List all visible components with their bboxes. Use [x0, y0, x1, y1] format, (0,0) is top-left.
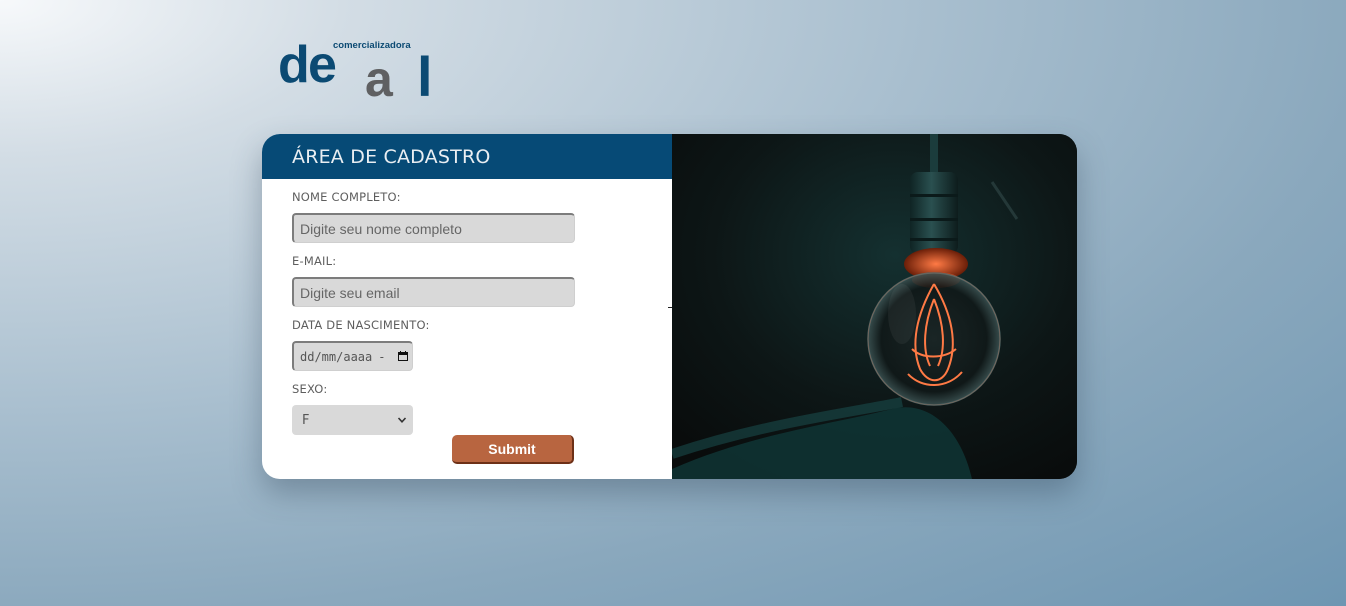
name-input[interactable]	[292, 213, 575, 243]
logo-letter-d: d	[278, 38, 310, 94]
divider-tick	[668, 307, 672, 308]
form-header: ÁREA DE CADASTRO	[262, 134, 672, 179]
form-title: ÁREA DE CADASTRO	[292, 145, 491, 168]
bulb-socket	[910, 172, 958, 254]
sex-select[interactable]: F	[292, 405, 413, 435]
registration-form: ÁREA DE CADASTRO NOME COMPLETO: E-MAIL: …	[262, 134, 672, 479]
sex-label: SEXO:	[292, 382, 328, 396]
lightbulb-photo	[672, 134, 1077, 479]
lightbulb-illustration	[672, 134, 1077, 479]
birthdate-separator: -	[378, 349, 386, 364]
chevron-down-icon	[397, 417, 407, 423]
birthdate-input[interactable]: dd/mm/aaaa -	[292, 341, 413, 371]
logo-letter-l: l	[417, 45, 433, 100]
email-input[interactable]	[292, 277, 575, 307]
deal-logo: comercializadora d e a l	[278, 38, 433, 100]
birthdate-format: dd/mm/aaaa	[300, 349, 373, 364]
email-label: E-MAIL:	[292, 254, 337, 268]
calendar-icon[interactable]	[398, 351, 408, 361]
name-label: NOME COMPLETO:	[292, 190, 401, 204]
birthdate-label: DATA DE NASCIMENTO:	[292, 318, 430, 332]
submit-button[interactable]: Submit	[452, 435, 574, 464]
sex-selected-value: F	[302, 412, 310, 428]
bulb-cord	[930, 134, 938, 174]
logo-letter-a: a	[365, 51, 394, 100]
logo-letter-e: e	[308, 38, 337, 94]
logo-tagline: comercializadora	[333, 40, 411, 51]
